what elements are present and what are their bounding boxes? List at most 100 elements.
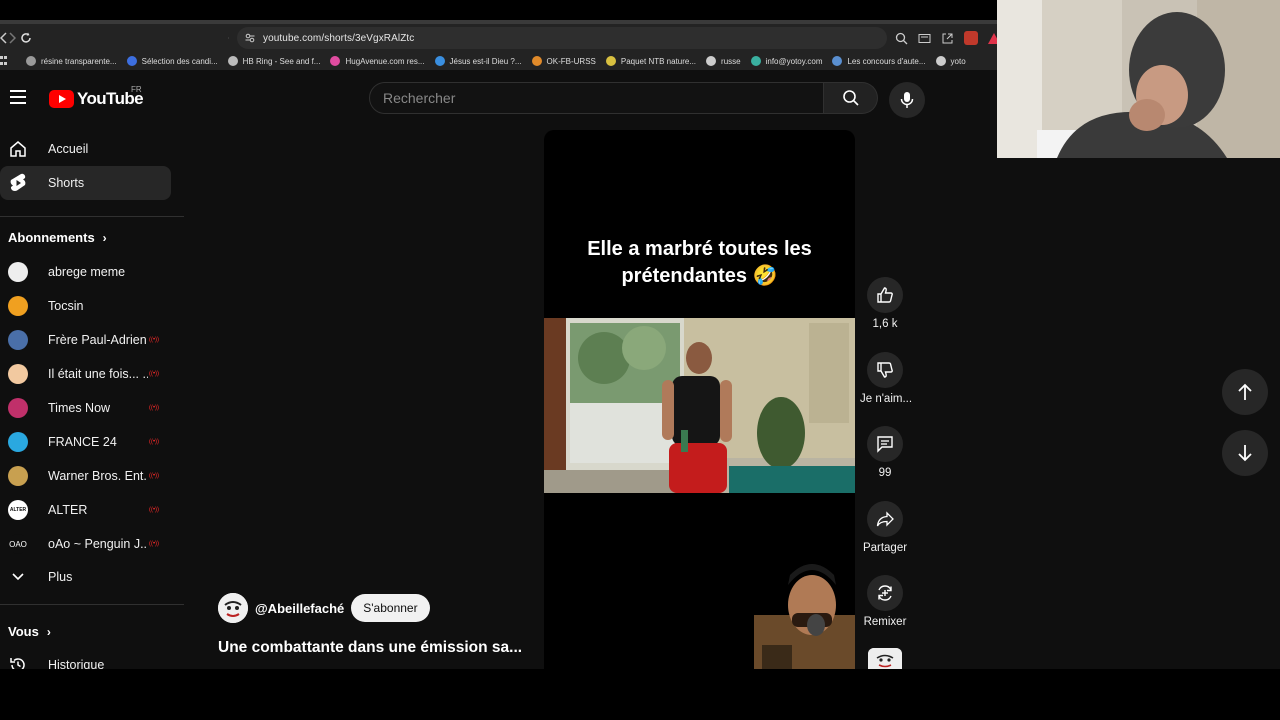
subscription-item[interactable]: Warner Bros. Ent... ((•)) [0,459,171,493]
sidebar-item-plus[interactable]: Plus [0,560,171,594]
you-heading[interactable]: Vous › [8,624,51,639]
share-label: Partager [862,542,908,554]
bookmark-label: Paquet NTB nature... [620,56,697,66]
chevron-right-icon: › [46,624,51,639]
voice-search-button[interactable] [889,82,925,118]
bookmark-label: HB Ring - See and f... [242,56,321,66]
forward-arrow-icon [9,32,16,44]
bookmark-favicon-icon [531,56,542,66]
shorts-icon [8,173,28,193]
channel-row: @Abeillefaché S'abonner [218,593,430,623]
bookmark-item[interactable]: résine transparente... [26,56,117,66]
bookmark-favicon-icon [434,56,445,66]
zoom-icon[interactable] [895,32,908,45]
bookmark-item[interactable]: Les concours d'aute... [832,56,926,66]
share-button[interactable] [867,501,903,537]
extension-shield-icon[interactable] [964,31,978,45]
channel-name[interactable]: @Abeillefaché [255,601,344,616]
sidebar-item-label: Accueil [48,142,89,156]
like-button[interactable] [867,277,903,313]
subscription-item[interactable]: Tocsin [0,289,171,323]
reaction-overlay-image [754,555,855,669]
arrow-down-icon [1238,445,1252,462]
bookmark-item[interactable]: Paquet NTB nature... [605,56,697,66]
bookmark-item[interactable]: russe [706,56,741,66]
channel-avatar: ALTER [8,500,28,520]
forward-button[interactable] [8,24,16,52]
bookmark-label: Sélection des candi... [141,56,218,66]
like-action: 1,6 k [860,277,910,330]
shorts-video-player[interactable]: Elle a marbré toutes les prétendantes 🤣 [544,130,855,669]
caption-line-1: Elle a marbré toutes les [587,238,812,260]
remix-action: Remixer [860,575,910,628]
microphone-icon [900,92,914,108]
subscription-item[interactable]: Times Now ((•)) [0,391,171,425]
search-button[interactable] [824,82,878,114]
channel-avatar[interactable] [218,593,248,623]
bookmark-item[interactable]: info@yotoy.com [750,56,822,66]
subscription-label: Times Now [48,401,111,415]
address-bar: youtube.com/shorts/3eVgxRAlZtc [0,24,1000,52]
remix-label: Remixer [863,616,907,628]
dislike-label: Je n'aim... [860,393,913,405]
youtube-play-logo-icon [49,90,74,108]
apps-grid-icon[interactable] [0,56,8,66]
channel-avatar [8,296,28,316]
sound-thumbnail[interactable] [868,648,902,669]
youtube-logo[interactable]: YouTube FR [49,85,144,109]
subscription-label: Warner Bros. Ent... [48,469,148,483]
channel-avatar [8,330,28,350]
mask-thumbnail-icon [868,648,902,669]
bookmark-item[interactable]: Sélection des candi... [126,56,218,66]
next-video-button[interactable] [1222,430,1268,476]
subscription-label: FRANCE 24 [48,435,117,449]
bookmark-item[interactable]: HugAvenue.com res... [330,56,425,66]
country-code: FR [131,85,142,94]
sidebar-item-accueil[interactable]: Accueil [0,132,171,166]
reload-button[interactable] [20,24,32,52]
subscription-item[interactable]: OAO oAo ~ Penguin J... ((•)) [0,527,171,561]
bookmarks-bar: résine transparente... Sélection des cand… [0,52,1000,70]
bookmark-page-icon[interactable] [228,31,229,45]
comment-button[interactable] [867,426,903,462]
bookmark-label: yoto [950,56,966,66]
live-indicator-icon: ((•)) [148,507,160,513]
subscription-item[interactable]: FRANCE 24 ((•)) [0,425,171,459]
sidebar-item-historique[interactable]: Historique [0,648,171,669]
back-button[interactable] [0,24,8,52]
youtube-header: YouTube FR [0,70,1000,126]
remix-button[interactable] [867,575,903,611]
bookmark-favicon-icon [330,56,341,66]
sidebar-item-label: Shorts [48,176,85,190]
channel-avatar [8,364,28,384]
sidebar-item-shorts[interactable]: Shorts [0,166,171,200]
subscription-item[interactable]: Frère Paul-Adrien ((•)) [0,323,171,357]
site-settings-icon[interactable] [245,33,255,43]
bookmark-item[interactable]: yoto [935,56,966,66]
menu-hamburger-icon[interactable] [10,90,26,104]
url-field[interactable]: youtube.com/shorts/3eVgxRAlZtc [237,27,887,49]
sidebar-divider [0,604,184,605]
history-label: Historique [48,658,105,669]
video-title[interactable]: Une combattante dans une émission sa... [218,639,522,657]
cast-icon[interactable] [918,32,931,45]
bookmark-item[interactable]: HB Ring - See and f... [227,56,321,66]
live-indicator-icon: ((•)) [148,337,160,343]
search-input[interactable] [369,82,824,114]
subscriptions-heading[interactable]: Abonnements › [8,230,107,245]
subscribe-button[interactable]: S'abonner [351,594,430,622]
subscription-item[interactable]: ALTER ALTER ((•)) [0,493,171,527]
bookmark-label: résine transparente... [41,56,117,66]
subscription-item[interactable]: abrege meme [0,255,171,289]
subscription-item[interactable]: Il était une fois... ... ((•)) [0,357,171,391]
bookmark-item[interactable]: OK-FB-URSS [531,56,596,66]
previous-video-button[interactable] [1222,369,1268,415]
live-indicator-icon: ((•)) [148,541,160,547]
share-page-icon[interactable] [941,32,954,45]
bookmark-item[interactable]: Jésus est-il Dieu ?... [434,56,522,66]
url-text: youtube.com/shorts/3eVgxRAlZtc [263,32,415,44]
mask-avatar-icon [218,593,248,623]
channel-avatar: OAO [8,534,28,554]
dislike-button[interactable] [867,352,903,388]
bookmark-label: Jésus est-il Dieu ?... [449,56,522,66]
